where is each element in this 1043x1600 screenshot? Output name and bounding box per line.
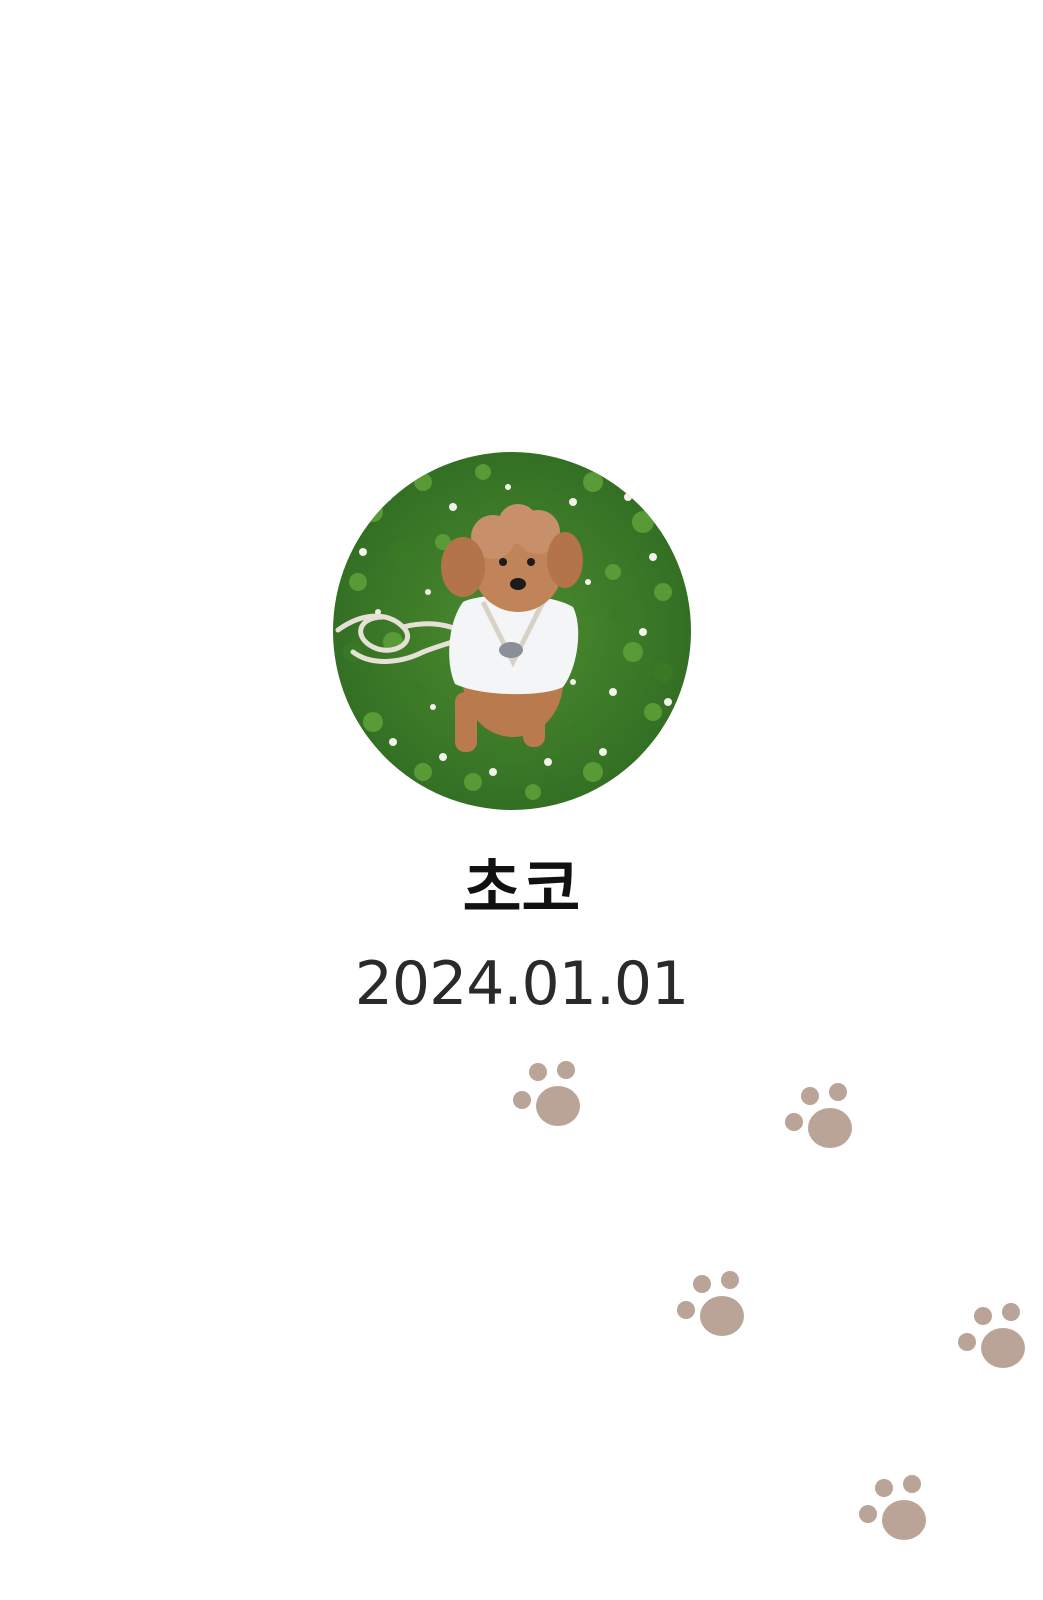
- date-label: 2024.01.01: [354, 949, 690, 1019]
- pet-name: 초코: [462, 853, 581, 927]
- dog-photo: [333, 452, 691, 810]
- paw-print-icon: [674, 1270, 746, 1342]
- paw-print-icon: [856, 1474, 928, 1546]
- profile-photo[interactable]: [333, 452, 691, 810]
- paw-print-icon: [955, 1302, 1027, 1374]
- paw-print-icon: [782, 1082, 854, 1154]
- paw-print-icon: [510, 1060, 582, 1132]
